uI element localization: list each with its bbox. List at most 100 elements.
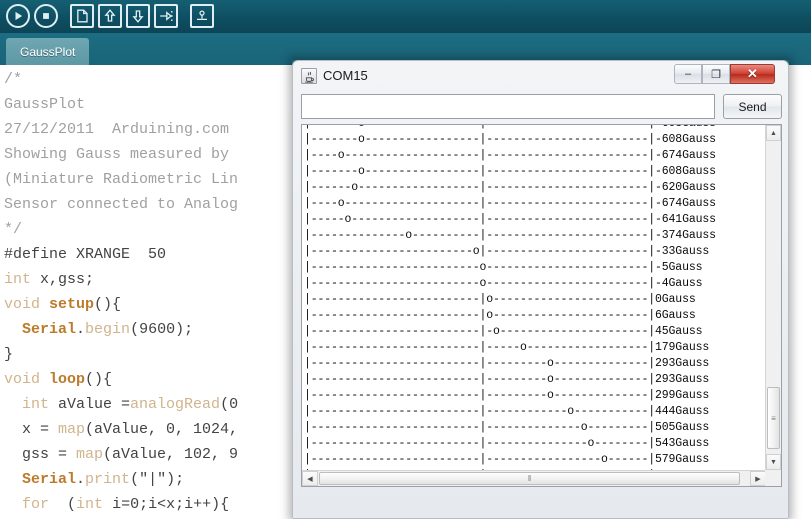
code-token: map <box>58 421 86 438</box>
triangle-down-icon: ▼ <box>770 458 777 466</box>
open-button[interactable] <box>98 4 122 28</box>
close-button[interactable]: ✕ <box>730 64 775 84</box>
serial-output-line: |----o--------------------|-------------… <box>304 149 716 162</box>
horizontal-scroll-thumb[interactable]: ‖ <box>319 472 740 485</box>
code-token: #define XRANGE 50 <box>4 246 167 263</box>
java-coffee-cup-icon <box>301 68 317 84</box>
code-token: gss = <box>4 446 77 463</box>
serial-output-line: |------o------------------|-------------… <box>304 181 716 194</box>
maximize-button[interactable]: ❐ <box>702 64 730 84</box>
code-line: (Miniature Radiometric Lin <box>4 167 238 192</box>
scroll-down-button[interactable]: ▼ <box>766 454 781 470</box>
serial-output-text: |-------o-----------------|-------------… <box>304 125 716 470</box>
triangle-right-icon: ▶ <box>755 475 761 483</box>
code-token: Serial <box>22 321 77 338</box>
save-button[interactable] <box>126 4 150 28</box>
minimize-icon: – <box>684 68 692 80</box>
code-line: Serial.print("|"); <box>4 467 238 492</box>
code-token: (){ <box>85 371 113 388</box>
serial-output-line: |-------------------------|---------o---… <box>304 389 710 402</box>
code-token: int <box>76 496 104 513</box>
code-token: analogRead <box>130 396 221 413</box>
serial-output-line: |-------------------------|o------------… <box>304 309 696 322</box>
stop-button[interactable] <box>34 4 58 28</box>
serial-input-field[interactable] <box>301 94 715 119</box>
scroll-up-button[interactable]: ▲ <box>766 125 781 141</box>
minimize-button[interactable]: – <box>674 64 702 84</box>
code-token: print <box>85 471 131 488</box>
send-button-label: Send <box>738 99 767 114</box>
code-token: for <box>22 496 50 513</box>
maximize-icon: ❐ <box>711 68 721 81</box>
code-token: Serial <box>22 471 77 488</box>
code-line: int x,gss; <box>4 267 238 292</box>
code-token: aValue = <box>49 396 131 413</box>
serial-output-line: |--------------o----------|-------------… <box>304 229 716 242</box>
code-token: x,gss; <box>31 271 95 288</box>
ide-toolbar <box>0 0 811 33</box>
code-token: i=0;i<x;i++){ <box>103 496 230 513</box>
code-token: (aValue, 102, 9 <box>103 446 239 463</box>
sketch-tab-gaussplot[interactable]: GaussPlot <box>6 38 90 65</box>
serial-output-line: |-------------------------|------------o… <box>304 405 710 418</box>
code-token: setup <box>49 296 95 313</box>
serial-output-line: |-------------------------|-------------… <box>304 421 710 434</box>
serial-output-line: |-------------------------|-----o-------… <box>304 341 710 354</box>
serial-monitor-window: COM15 – ❐ ✕ Send |-------o--------------… <box>292 60 789 519</box>
code-token: int <box>22 396 50 413</box>
code-line: int aValue =analogRead(0 <box>4 392 238 417</box>
code-token: void <box>4 371 50 388</box>
vertical-scroll-thumb[interactable]: ≡ <box>767 387 780 449</box>
new-button[interactable] <box>70 4 94 28</box>
serial-output-console[interactable]: |-------o-----------------|-------------… <box>302 125 766 470</box>
serial-output-line: |-------------------------|-------------… <box>304 453 710 466</box>
scroll-left-button[interactable]: ◀ <box>302 471 318 486</box>
serial-monitor-statusbar <box>293 490 788 518</box>
serial-output-line: |----o--------------------|-------------… <box>304 197 716 210</box>
code-line: Showing Gauss measured by <box>4 142 238 167</box>
serial-send-row: Send <box>301 94 782 120</box>
code-line: */ <box>4 217 238 242</box>
source-code: /* GaussPlot 27/12/2011 Arduining.com Showi… <box>4 67 238 517</box>
serial-output-panel: |-------o-----------------|-------------… <box>301 124 782 487</box>
upload-button[interactable] <box>154 4 178 28</box>
serial-output-line: |-------o-----------------|-------------… <box>304 133 716 146</box>
serial-output-line: |-------o-----------------|-------------… <box>304 125 716 132</box>
code-line: /* <box>4 67 238 92</box>
code-token: int <box>4 271 32 288</box>
code-token: map <box>76 446 104 463</box>
horizontal-scrollbar[interactable]: ◀ ‖ ▶ <box>302 470 766 486</box>
code-line: Sensor connected to Analog <box>4 192 238 217</box>
vertical-scrollbar[interactable]: ▲ ≡ ▼ <box>765 125 781 470</box>
code-token: loop <box>49 371 86 388</box>
code-token: */ <box>4 221 23 238</box>
serial-monitor-titlebar[interactable]: COM15 – ❐ ✕ <box>293 61 788 90</box>
code-token: ( <box>49 496 77 513</box>
serial-output-line: |-----o-------------------|-------------… <box>304 213 716 226</box>
serial-monitor-frame: COM15 – ❐ ✕ Send |-------o--------------… <box>292 60 789 519</box>
serial-output-line: |-------------------------|---------o---… <box>304 357 710 370</box>
code-token: begin <box>85 321 131 338</box>
code-token: ("|"); <box>130 471 185 488</box>
verify-button[interactable] <box>6 4 30 28</box>
grip-icon: ≡ <box>771 413 776 423</box>
triangle-left-icon: ◀ <box>307 475 313 483</box>
code-token: . <box>76 471 86 488</box>
sketch-tab-label: GaussPlot <box>20 45 76 59</box>
code-line: GaussPlot <box>4 92 238 117</box>
code-line: for (int i=0;i<x;i++){ <box>4 492 238 517</box>
serial-output-line: |-------------------------o-------------… <box>304 261 703 274</box>
code-line: } <box>4 342 238 367</box>
code-token: (aValue, 0, 1024, <box>85 421 239 438</box>
triangle-up-icon: ▲ <box>770 129 777 137</box>
code-line: void setup(){ <box>4 292 238 317</box>
serial-output-line: |-------------------------|-------------… <box>304 437 710 450</box>
send-button[interactable]: Send <box>723 94 782 119</box>
serial-output-line: |-------o-----------------|-------------… <box>304 165 716 178</box>
serial-monitor-button[interactable] <box>190 4 214 28</box>
scroll-right-button[interactable]: ▶ <box>750 471 766 486</box>
code-token: } <box>4 346 14 363</box>
